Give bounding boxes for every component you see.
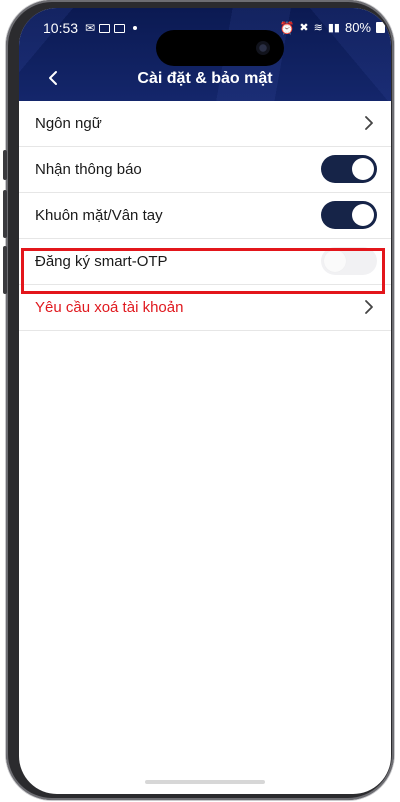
settings-item-label: Khuôn mặt/Vân tay [35, 207, 163, 224]
settings-item-label: Đăng ký smart-OTP [35, 253, 168, 270]
camera-lens-icon [256, 41, 270, 55]
settings-item-biometrics: Khuôn mặt/Vân tay [19, 193, 391, 239]
status-time: 10:53 [43, 20, 79, 36]
mail-icon: ✉ [85, 21, 96, 35]
chevron-right-icon [365, 300, 373, 314]
alarm-icon: ⏰ [279, 20, 295, 35]
status-indicators: ⏰ ✖ ≋ ▮▮ 80% [279, 20, 385, 35]
smart-otp-toggle[interactable] [321, 247, 377, 275]
toggle-knob [352, 204, 374, 226]
settings-item-label: Ngôn ngữ [35, 115, 102, 132]
mute-icon: ✖ [299, 22, 309, 34]
settings-item-delete-account[interactable]: Yêu cầu xoá tài khoản [19, 285, 391, 331]
volume-down-button [3, 190, 7, 238]
settings-item-label: Yêu cầu xoá tài khoản [35, 299, 184, 316]
settings-item-smart-otp: Đăng ký smart-OTP [19, 239, 391, 285]
chevron-right-icon [365, 116, 373, 130]
side-button [3, 246, 7, 294]
nav-bar: Cài đặt & bảo mật [19, 58, 391, 98]
settings-item-notifications: Nhận thông báo [19, 147, 391, 193]
video-icon [114, 23, 126, 33]
settings-item-label: Nhận thông báo [35, 161, 142, 178]
app-header: 10:53 ✉ ⏰ ✖ ≋ ▮▮ 80% Cài đặt & bảo mật [19, 8, 391, 101]
page-title: Cài đặt & bảo mật [137, 70, 273, 87]
volume-up-button [3, 150, 7, 180]
battery-percent: 80% [344, 20, 371, 35]
toggle-knob [352, 158, 374, 180]
more-notifications-icon [133, 26, 138, 30]
screen: 10:53 ✉ ⏰ ✖ ≋ ▮▮ 80% Cài đặt & bảo mật N… [19, 8, 391, 794]
image-icon [99, 23, 111, 33]
signal-icon: ▮▮ [327, 22, 340, 34]
settings-item-language[interactable]: Ngôn ngữ [19, 101, 391, 147]
home-indicator [145, 780, 265, 784]
notification-icons: ✉ [85, 21, 138, 35]
toggle-knob [324, 250, 346, 272]
biometrics-toggle[interactable] [321, 201, 377, 229]
notifications-toggle[interactable] [321, 155, 377, 183]
wifi-icon: ≋ [313, 22, 323, 34]
battery-icon [376, 22, 385, 33]
settings-list: Ngôn ngữ Nhận thông báo Khuôn mặt/Vân ta… [19, 101, 391, 331]
